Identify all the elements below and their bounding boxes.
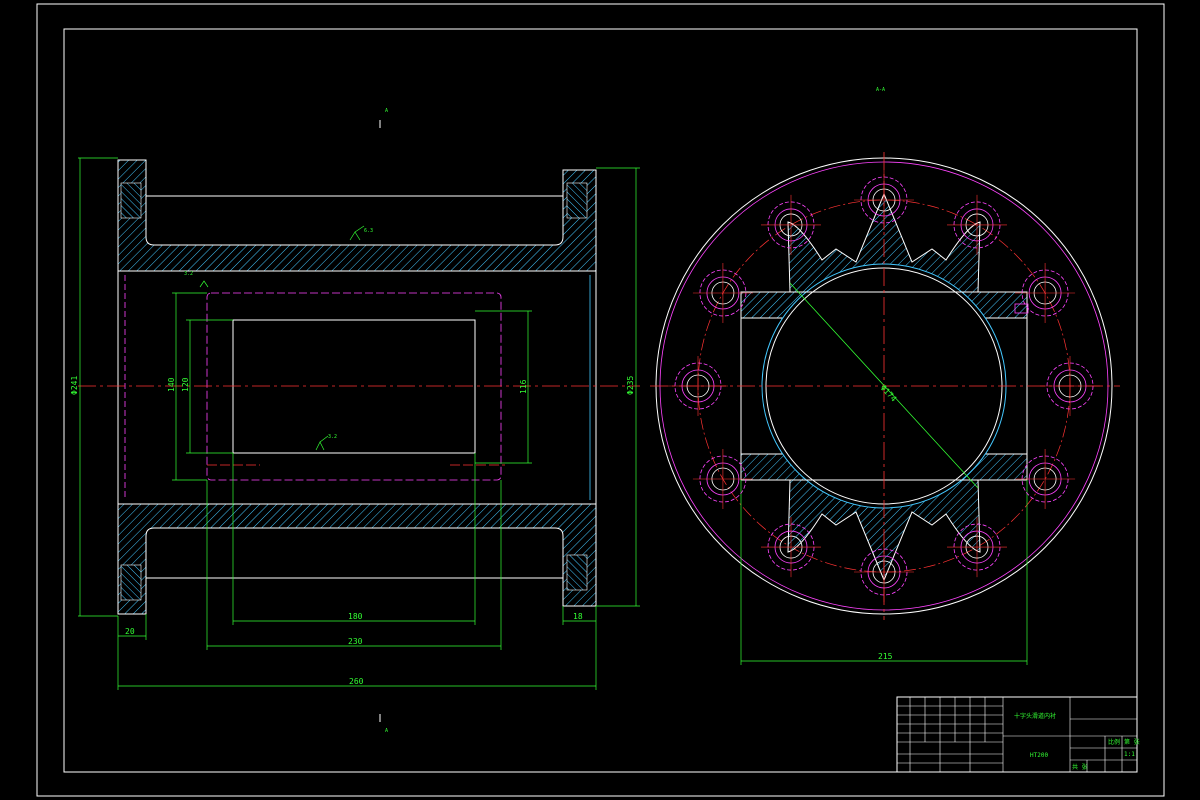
scale-label: 比例 bbox=[1108, 738, 1120, 746]
inner-slot bbox=[232, 319, 476, 454]
part-name: 十字头滑道内衬 bbox=[1014, 712, 1056, 720]
view-label: A-A bbox=[876, 87, 885, 93]
section-mark-bottom: A bbox=[385, 728, 388, 734]
end-view: Φ174 215 A-A bbox=[650, 87, 1120, 665]
dim-right-flange-thk: 18 bbox=[573, 612, 583, 621]
section-view: A A 6.3 3.2 3.2 Φ241 Φ235 140 120 116 18… bbox=[70, 108, 640, 734]
dim-overall-length: 260 bbox=[349, 677, 364, 686]
section-mark-top: A bbox=[385, 108, 388, 114]
bolt-hole bbox=[854, 170, 914, 230]
dim-bore-right: 116 bbox=[519, 379, 528, 394]
sheet-count: 共 张 bbox=[1072, 763, 1088, 771]
bolt-hole bbox=[1040, 356, 1100, 416]
left-flange-inset-top bbox=[120, 182, 142, 219]
dim-bore-outer: 140 bbox=[167, 377, 176, 392]
roughness-label-1: 6.3 bbox=[364, 228, 373, 234]
dim-left-overall-dia: Φ241 bbox=[70, 376, 79, 395]
scale-value: 1:1 bbox=[1124, 751, 1135, 758]
dim-shaft-180: 180 bbox=[348, 612, 363, 621]
upper-wall-section bbox=[117, 159, 597, 272]
bolt-hole bbox=[854, 542, 914, 602]
dim-end-view-width: 215 bbox=[878, 652, 893, 661]
lower-wall-section bbox=[117, 503, 597, 615]
dim-right-flange-dia: Φ235 bbox=[626, 376, 635, 395]
roughness-label-3: 3.2 bbox=[184, 271, 193, 277]
dim-bore-inner: 120 bbox=[181, 377, 190, 392]
dim-left-flange-thk: 20 bbox=[125, 627, 135, 636]
bolt-hole bbox=[668, 356, 728, 416]
left-flange-inset-bottom bbox=[120, 564, 142, 601]
material: HT200 bbox=[1030, 752, 1048, 759]
roughness-label-2: 3.2 bbox=[328, 434, 337, 440]
sheet-label: 第 张 bbox=[1124, 738, 1140, 746]
inner-slot-hidden bbox=[206, 292, 502, 481]
title-block: 十字头滑道内衬 HT200 比例 第 张 1:1 共 张 bbox=[896, 696, 1140, 773]
right-flange-inset-bottom bbox=[566, 554, 588, 591]
cad-drawing: A A 6.3 3.2 3.2 Φ241 Φ235 140 120 116 18… bbox=[36, 3, 1165, 797]
right-flange-inset-top bbox=[566, 182, 588, 219]
dim-shaft-230: 230 bbox=[348, 637, 363, 646]
